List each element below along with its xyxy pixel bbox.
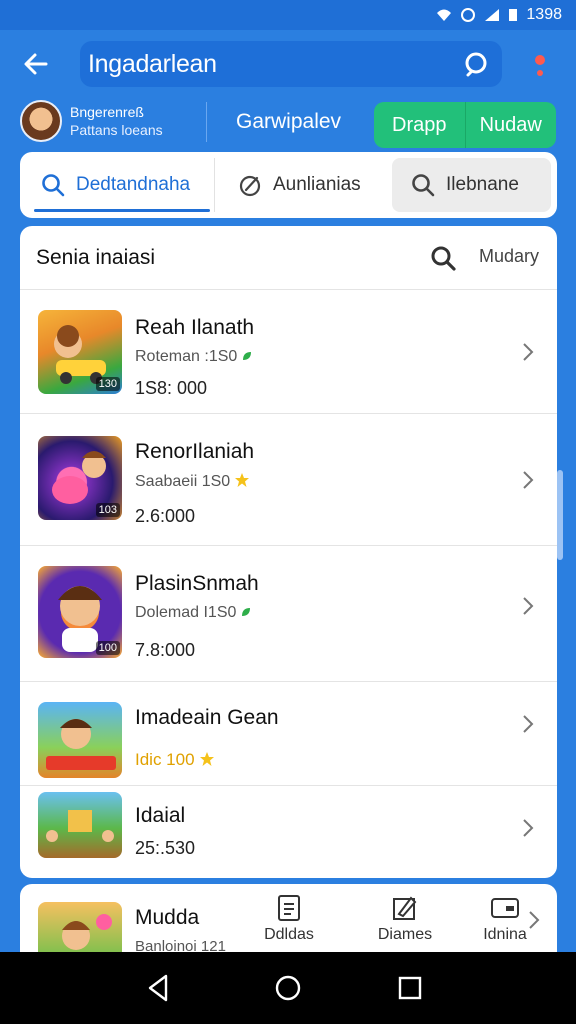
list-header: Senia inaiasi Mudary: [20, 226, 557, 290]
profile-bar: Bngerenreß Pattans loeans Garwipalev Dra…: [0, 98, 576, 150]
item-subtitle: Idic 100: [135, 750, 215, 770]
drapp-button[interactable]: Drapp: [374, 102, 465, 148]
tab-label: Dedtandnaha: [76, 174, 191, 195]
star-icon: [199, 752, 214, 766]
nudaw-button[interactable]: Nudaw: [464, 102, 557, 148]
home-circle-icon[interactable]: [272, 972, 304, 1004]
notification-dot-icon[interactable]: [530, 50, 550, 80]
item-title: Idaial: [135, 804, 186, 827]
leaf-icon: [243, 352, 252, 360]
status-bar: 1398: [0, 0, 576, 30]
back-button[interactable]: [18, 46, 54, 82]
sort-dropdown[interactable]: Mudary: [479, 246, 539, 267]
profile-game-link[interactable]: Garwipalev: [236, 110, 341, 134]
status-time: 1398: [526, 6, 562, 23]
nav-label: Idnina: [483, 926, 527, 943]
avatar[interactable]: [20, 100, 62, 142]
list-item[interactable]: 100 PlasinSnmah Dolemad I1S0 7.8:000: [20, 546, 557, 682]
chevron-right-icon: [523, 343, 534, 361]
list-item[interactable]: Idaial 25:.530: [20, 786, 557, 878]
item-value: 25:.530: [135, 838, 196, 858]
tab-label: Aunlianias: [273, 174, 361, 195]
thumbnail-badge: 130: [95, 377, 120, 391]
search-icon: [42, 174, 65, 197]
recents-square-icon[interactable]: [394, 972, 426, 1004]
search-icon[interactable]: [429, 244, 457, 272]
list-item[interactable]: 103 RenorIlaniah Saabaeii 1S0 2.6:000: [20, 414, 557, 546]
village-scene-icon: [46, 810, 114, 842]
item-title: RenorIlaniah: [135, 440, 255, 463]
system-nav-bar: [0, 952, 576, 1024]
game-list: Senia inaiasi Mudary 130 Reah Ilanath Ro…: [20, 226, 557, 878]
document-icon: [278, 895, 300, 921]
item-subtitle: Saabaeii 1S0: [135, 472, 250, 491]
tab-dedtandnaha[interactable]: Dedtandnaha: [26, 158, 210, 212]
game-thumbnail: [38, 792, 122, 858]
game-thumbnail: 103: [38, 436, 122, 520]
chevron-right-icon: [523, 819, 534, 837]
chevron-right-icon: [523, 715, 534, 733]
item-subtitle: Dolemad I1S0: [135, 604, 252, 622]
chevron-right-icon: [523, 597, 534, 615]
nav-label: Diames: [377, 926, 433, 943]
scrollbar[interactable]: [557, 470, 563, 560]
item-title: Imadeain Gean: [135, 706, 279, 729]
tab-ilebnane[interactable]: Ilebnane: [392, 158, 551, 212]
profile-name: Bngerenreß: [70, 104, 144, 120]
search-icon: [412, 174, 435, 197]
item-subtitle: Roteman :1S0: [135, 348, 253, 366]
action-button-group: Drapp Nudaw: [374, 102, 556, 148]
search-input[interactable]: Ingadarlean: [80, 41, 502, 87]
alarm-icon: [461, 8, 476, 22]
star-icon: [235, 473, 250, 487]
item-value: 2.6:000: [135, 506, 196, 526]
thumbnail-badge: 100: [95, 641, 120, 655]
chevron-right-icon: [529, 911, 540, 929]
item-title: Reah Ilanath: [135, 316, 255, 339]
arrow-left-icon: [24, 53, 48, 75]
chevron-right-icon: [523, 471, 534, 489]
leaf-icon: [242, 608, 251, 616]
tab-label: Ilebnane: [446, 174, 519, 195]
item-value: 7.8:000: [135, 640, 196, 660]
game-thumbnail: 130: [38, 310, 122, 394]
tab-bar: Dedtandnaha Aunlianias Ilebnane: [20, 152, 557, 218]
folder-icon: [491, 898, 519, 918]
nav-ddldas[interactable]: Ddldas: [244, 894, 334, 944]
item-title: PlasinSnmah: [135, 572, 259, 595]
thumbnail-badge: 103: [95, 503, 120, 517]
nav-diames[interactable]: Diames: [360, 894, 450, 944]
game-thumbnail: [38, 702, 122, 778]
item-value: 1S8: 000: [135, 378, 208, 398]
battery-icon: [509, 9, 518, 21]
nav-label: Ddldas: [264, 926, 314, 943]
cartoon-character-icon: [46, 719, 116, 770]
search-text: Ingadarlean: [88, 49, 217, 78]
feather-icon: [239, 175, 261, 197]
game-thumbnail: 100: [38, 566, 122, 658]
signal-icon: [485, 9, 500, 21]
search-icon[interactable]: [462, 50, 490, 78]
back-triangle-icon[interactable]: [142, 972, 174, 1004]
tab-aunlianias[interactable]: Aunlianias: [214, 158, 384, 212]
edit-icon: [393, 896, 417, 920]
profile-subtitle: Pattans loeans: [70, 122, 163, 138]
list-item[interactable]: Imadeain Gean Idic 100: [20, 682, 557, 786]
divider: [206, 102, 207, 142]
wifi-icon: [437, 9, 452, 21]
list-item[interactable]: 130 Reah Ilanath Roteman :1S0 1S8: 000: [20, 290, 557, 414]
item-title: Mudda: [135, 906, 200, 929]
app-bar: Ingadarlean: [0, 30, 576, 98]
list-title: Senia inaiasi: [36, 245, 156, 269]
